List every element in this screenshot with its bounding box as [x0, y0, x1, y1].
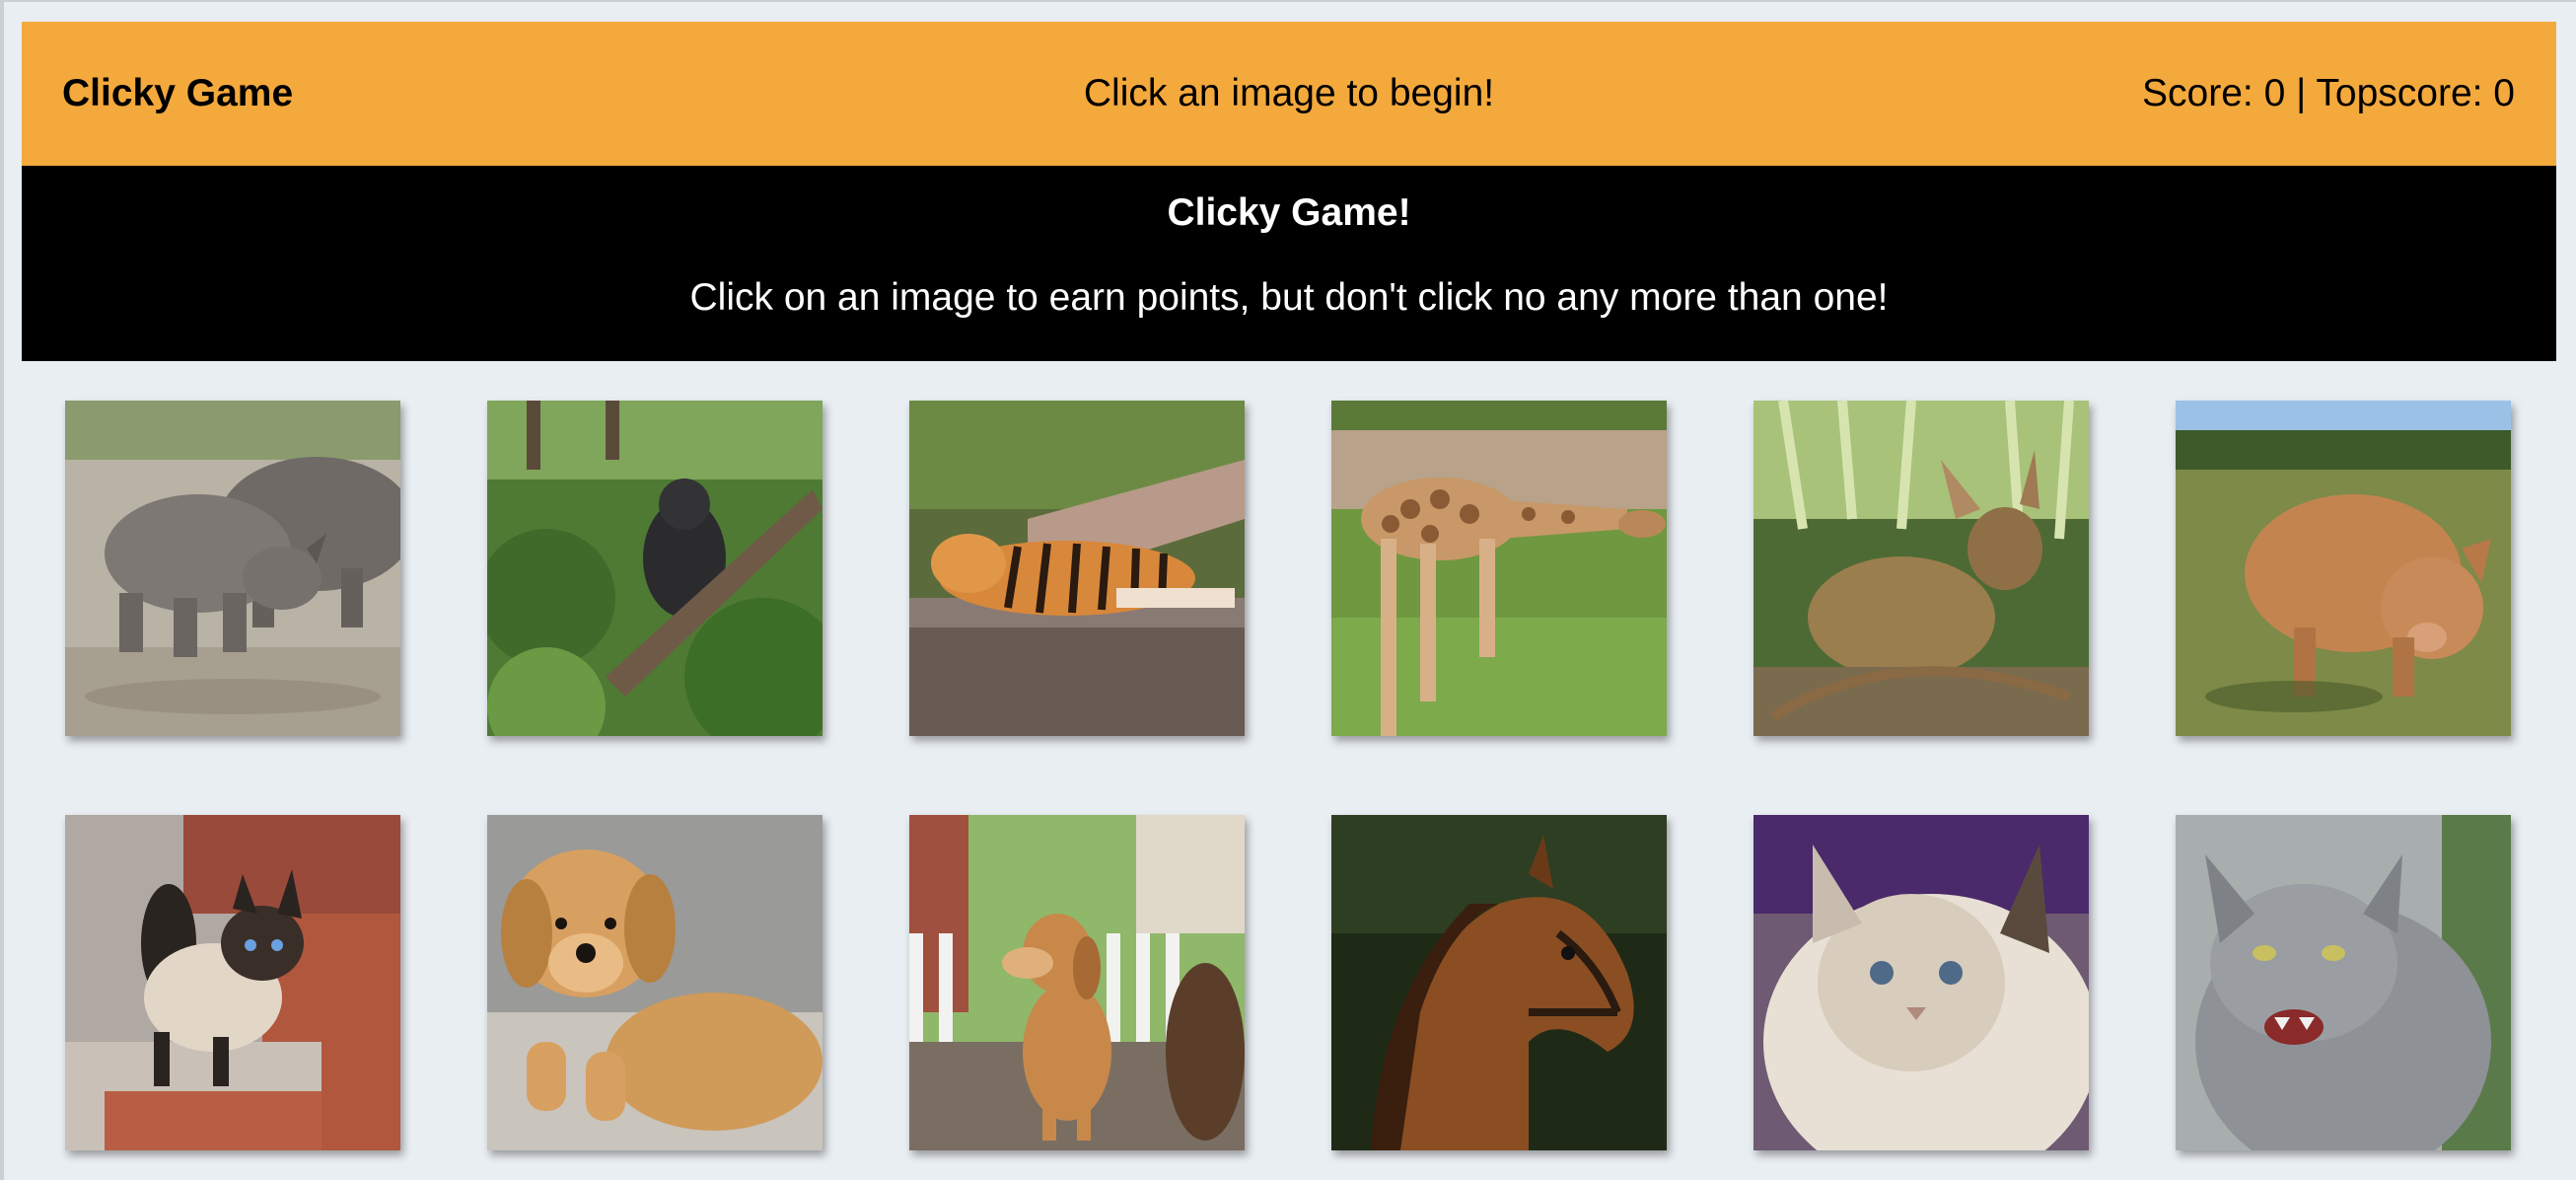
image-card-tiger[interactable] — [909, 401, 1245, 736]
giraffe-image — [1331, 401, 1667, 736]
hero-instructions: Click on an image to earn points, but do… — [689, 276, 1889, 319]
image-card-horse[interactable] — [1331, 815, 1667, 1150]
dog-image — [909, 815, 1245, 1150]
image-card-gorilla[interactable] — [487, 401, 823, 736]
image-card-deer[interactable] — [1753, 401, 2089, 736]
image-card-grey-cat[interactable] — [2176, 815, 2511, 1150]
hero-banner: Clicky Game! Click on an image to earn p… — [22, 166, 2556, 361]
navbar: Clicky Game Click an image to begin! Sco… — [22, 22, 2556, 166]
rhino-image — [65, 401, 400, 736]
horse-image — [1331, 815, 1667, 1150]
image-card-rhinoceros[interactable] — [65, 401, 400, 736]
deer-image — [1753, 401, 2089, 736]
pig-image — [2176, 401, 2511, 736]
image-card-pig[interactable] — [2176, 401, 2511, 736]
fluffy-cat-image — [1753, 815, 2089, 1150]
tiger-image — [909, 401, 1245, 736]
puppy-image — [487, 815, 823, 1150]
siamese-cat-image — [65, 815, 400, 1150]
gorilla-image — [487, 401, 823, 736]
hero-title: Clicky Game! — [1167, 191, 1411, 234]
brand-title[interactable]: Clicky Game — [62, 72, 293, 115]
image-card-puppy[interactable] — [487, 815, 823, 1150]
image-card-dog[interactable] — [909, 815, 1245, 1150]
image-card-fluffy-cat[interactable] — [1753, 815, 2089, 1150]
score-display: Score: 0 | Topscore: 0 — [2142, 72, 2515, 114]
image-card-giraffe[interactable] — [1331, 401, 1667, 736]
image-card-siamese-cat[interactable] — [65, 815, 400, 1150]
image-grid — [65, 401, 2513, 1150]
grey-cat-image — [2176, 815, 2511, 1150]
